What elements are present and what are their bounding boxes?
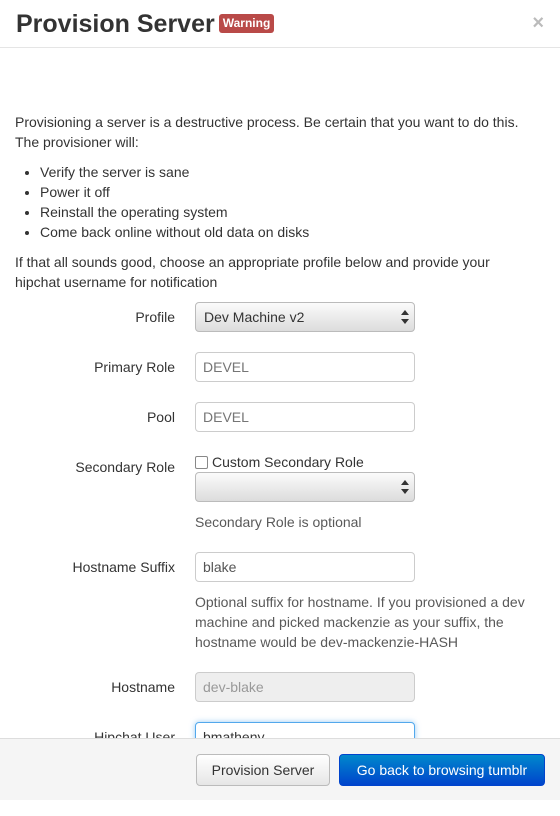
pool-label: Pool (146, 409, 175, 425)
list-item: Verify the server is sane (40, 162, 309, 182)
custom-secondary-role-row: Custom Secondary Role (195, 453, 364, 471)
modal-footer: Provision Server Go back to browsing tum… (0, 738, 560, 800)
profile-select[interactable]: Dev Machine v2 (195, 302, 415, 332)
select-arrows-icon (401, 310, 409, 324)
hostname-input (195, 672, 415, 702)
hostname-label: Hostname (111, 679, 175, 695)
close-icon[interactable]: × (532, 13, 544, 33)
primary-role-label: Primary Role (94, 359, 175, 375)
primary-role-input[interactable] (195, 352, 415, 382)
modal-header: Provision Server Warning × (0, 0, 560, 48)
list-item: Reinstall the operating system (40, 202, 309, 222)
secondary-role-select[interactable] (195, 472, 415, 502)
hostname-suffix-help: Optional suffix for hostname. If you pro… (195, 594, 525, 650)
hostname-suffix-input[interactable] (195, 552, 415, 582)
list-item: Power it off (40, 182, 309, 202)
followup-text: If that all sounds good, choose an appro… (15, 254, 490, 290)
list-item: Come back online without old data on dis… (40, 222, 309, 242)
modal-title-text: Provision Server (16, 10, 215, 38)
go-back-button[interactable]: Go back to browsing tumblr (339, 754, 545, 786)
hostname-suffix-label: Hostname Suffix (72, 559, 175, 575)
secondary-role-help: Secondary Role is optional (195, 514, 362, 530)
provision-server-button[interactable]: Provision Server (196, 754, 330, 786)
provision-steps-list: Verify the server is sane Power it off R… (15, 162, 309, 242)
secondary-role-label: Secondary Role (75, 459, 175, 475)
provision-server-modal: Provision Server Warning × Provisioning a… (0, 0, 560, 816)
select-arrows-icon (401, 480, 409, 494)
profile-label: Profile (135, 309, 175, 325)
pool-input[interactable] (195, 402, 415, 432)
profile-select-value: Dev Machine v2 (204, 309, 305, 325)
warning-badge: Warning (218, 13, 275, 33)
custom-secondary-role-label[interactable]: Custom Secondary Role (212, 454, 364, 470)
modal-title: Provision Server Warning (16, 9, 275, 39)
intro-text: Provisioning a server is a destructive p… (15, 114, 519, 150)
custom-secondary-role-checkbox[interactable] (195, 455, 208, 469)
